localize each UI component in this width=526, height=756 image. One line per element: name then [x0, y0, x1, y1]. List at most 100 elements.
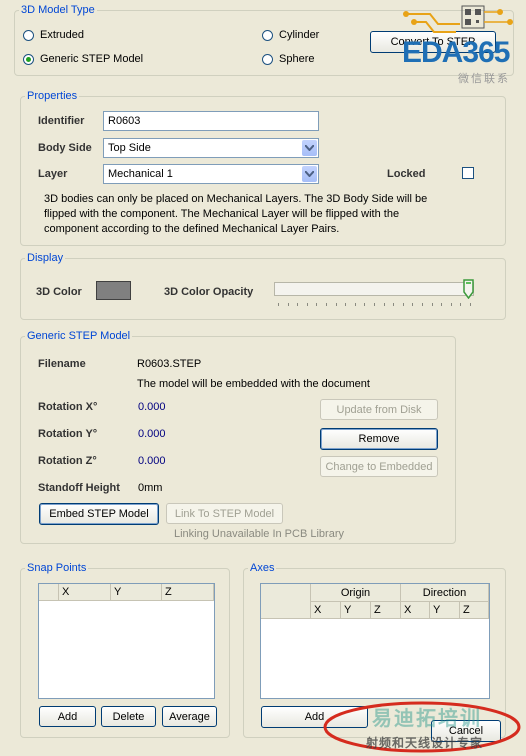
eda365-logo: EDA365 微信联系 [400, 4, 524, 86]
step-model-title: Generic STEP Model [27, 330, 131, 342]
slider-tick [441, 303, 443, 306]
display-title: Display [27, 252, 64, 264]
radio-extruded[interactable] [23, 30, 34, 41]
color-label: 3D Color [36, 286, 82, 298]
slider-tick [278, 303, 279, 306]
embed-step-model-button[interactable]: Embed STEP Model [39, 503, 159, 525]
snap-average-button[interactable]: Average [162, 706, 217, 727]
watermark-banner: 易迪拓培训 射频和天线设计专家 [322, 700, 522, 754]
rotation-z-label: Rotation Z° [38, 455, 97, 467]
snap-col-y[interactable]: Y [111, 584, 162, 601]
slider-tick [412, 303, 414, 306]
slider-tick [374, 303, 375, 306]
rotation-x-label: Rotation X° [38, 401, 98, 413]
axes-origin-header: Origin [311, 584, 401, 602]
snap-delete-button[interactable]: Delete [101, 706, 156, 727]
rotation-z-value: 0.000 [138, 455, 166, 467]
slider-tick [316, 303, 318, 306]
axes-direction-z[interactable]: Z [460, 602, 489, 619]
slider-tick [422, 303, 423, 306]
opacity-slider-ticks [278, 303, 471, 309]
slider-thumb-icon [463, 279, 474, 300]
snap-col-x[interactable]: X [59, 584, 111, 601]
slider-tick [297, 303, 299, 306]
eda365-logo-text: EDA365 [402, 36, 510, 69]
slider-tick [335, 303, 337, 306]
update-from-disk-button[interactable]: Update from Disk [320, 399, 438, 420]
axes-direction-header: Direction [401, 584, 489, 602]
axes-col-blank [261, 584, 311, 619]
change-to-embedded-button[interactable]: Change to Embedded [320, 456, 438, 477]
locked-label: Locked [387, 168, 426, 180]
remove-button[interactable]: Remove [320, 428, 438, 450]
slider-tick [287, 303, 289, 306]
standoff-value: 0mm [138, 482, 163, 494]
change-to-embedded-label: Change to Embedded [325, 460, 433, 473]
embed-note: The model will be embedded with the docu… [137, 378, 370, 390]
body-side-select[interactable]: Top Side [103, 138, 319, 158]
standoff-label: Standoff Height [38, 482, 120, 494]
axes-table[interactable]: Origin Direction X Y Z X Y Z [260, 583, 490, 699]
eda365-logo-subtext: 微信联系 [458, 73, 510, 85]
identifier-field[interactable]: R0603 [103, 111, 319, 131]
opacity-label: 3D Color Opacity [164, 286, 254, 298]
slider-tick [470, 303, 471, 306]
identifier-value: R0603 [108, 115, 141, 127]
body-side-label: Body Side [38, 142, 92, 154]
opacity-slider-thumb[interactable] [463, 279, 474, 300]
radio-sphere-label[interactable]: Sphere [279, 53, 314, 65]
axes-direction-y[interactable]: Y [430, 602, 460, 619]
radio-cylinder-label[interactable]: Cylinder [279, 29, 319, 41]
slider-tick [364, 303, 366, 306]
axes-origin-x[interactable]: X [311, 602, 341, 619]
snap-add-label: Add [57, 710, 78, 723]
snap-col-z[interactable]: Z [162, 584, 214, 601]
radio-generic-step-label[interactable]: Generic STEP Model [40, 53, 143, 65]
snap-delete-label: Delete [112, 710, 145, 723]
body-side-value: Top Side [108, 142, 151, 154]
layer-label: Layer [38, 168, 68, 180]
filename-value: R0603.STEP [137, 358, 202, 370]
opacity-slider-track[interactable] [274, 282, 474, 296]
snap-points-title: Snap Points [27, 562, 87, 574]
embed-step-model-label: Embed STEP Model [49, 508, 149, 520]
rotation-y-label: Rotation Y° [38, 428, 98, 440]
linking-unavailable-note: Linking Unavailable In PCB Library [174, 528, 344, 540]
radio-generic-step[interactable] [23, 54, 34, 65]
slider-tick [354, 303, 356, 306]
model-type-title: 3D Model Type [21, 4, 95, 16]
properties-title: Properties [27, 90, 78, 102]
remove-label: Remove [358, 433, 400, 445]
slider-tick [393, 303, 395, 306]
identifier-label: Identifier [38, 115, 85, 127]
slider-tick [306, 303, 308, 306]
axes-origin-z[interactable]: Z [371, 602, 401, 619]
snap-average-label: Average [169, 710, 210, 723]
radio-cylinder[interactable] [262, 30, 273, 41]
snap-col-blank [39, 584, 59, 601]
layer-select[interactable]: Mechanical 1 [103, 164, 319, 184]
watermark-banner-text: 易迪拓培训 [372, 708, 482, 730]
radio-sphere[interactable] [262, 54, 273, 65]
mechanical-layer-note: 3D bodies can only be placed on Mechanic… [44, 193, 428, 235]
locked-checkbox[interactable] [462, 167, 474, 179]
chevron-down-icon[interactable] [302, 140, 317, 156]
snap-points-table[interactable]: X Y Z [38, 583, 215, 699]
slider-tick [460, 303, 462, 306]
snap-add-button[interactable]: Add [39, 706, 96, 727]
slider-tick [326, 303, 327, 306]
axes-direction-x[interactable]: X [401, 602, 430, 619]
axes-origin-y[interactable]: Y [341, 602, 371, 619]
slider-tick [383, 303, 385, 306]
rotation-x-value: 0.000 [138, 401, 166, 413]
color-swatch[interactable] [96, 281, 131, 300]
axes-title: Axes [250, 562, 275, 574]
slider-tick [402, 303, 404, 306]
update-from-disk-label: Update from Disk [336, 403, 422, 416]
watermark-banner-subtext: 射频和天线设计专家 [366, 736, 484, 750]
radio-extruded-label[interactable]: Extruded [40, 29, 84, 41]
chevron-down-icon[interactable] [302, 166, 317, 182]
slider-tick [345, 303, 347, 306]
link-to-step-model-button[interactable]: Link To STEP Model [166, 503, 283, 524]
link-to-step-model-label: Link To STEP Model [174, 507, 275, 520]
